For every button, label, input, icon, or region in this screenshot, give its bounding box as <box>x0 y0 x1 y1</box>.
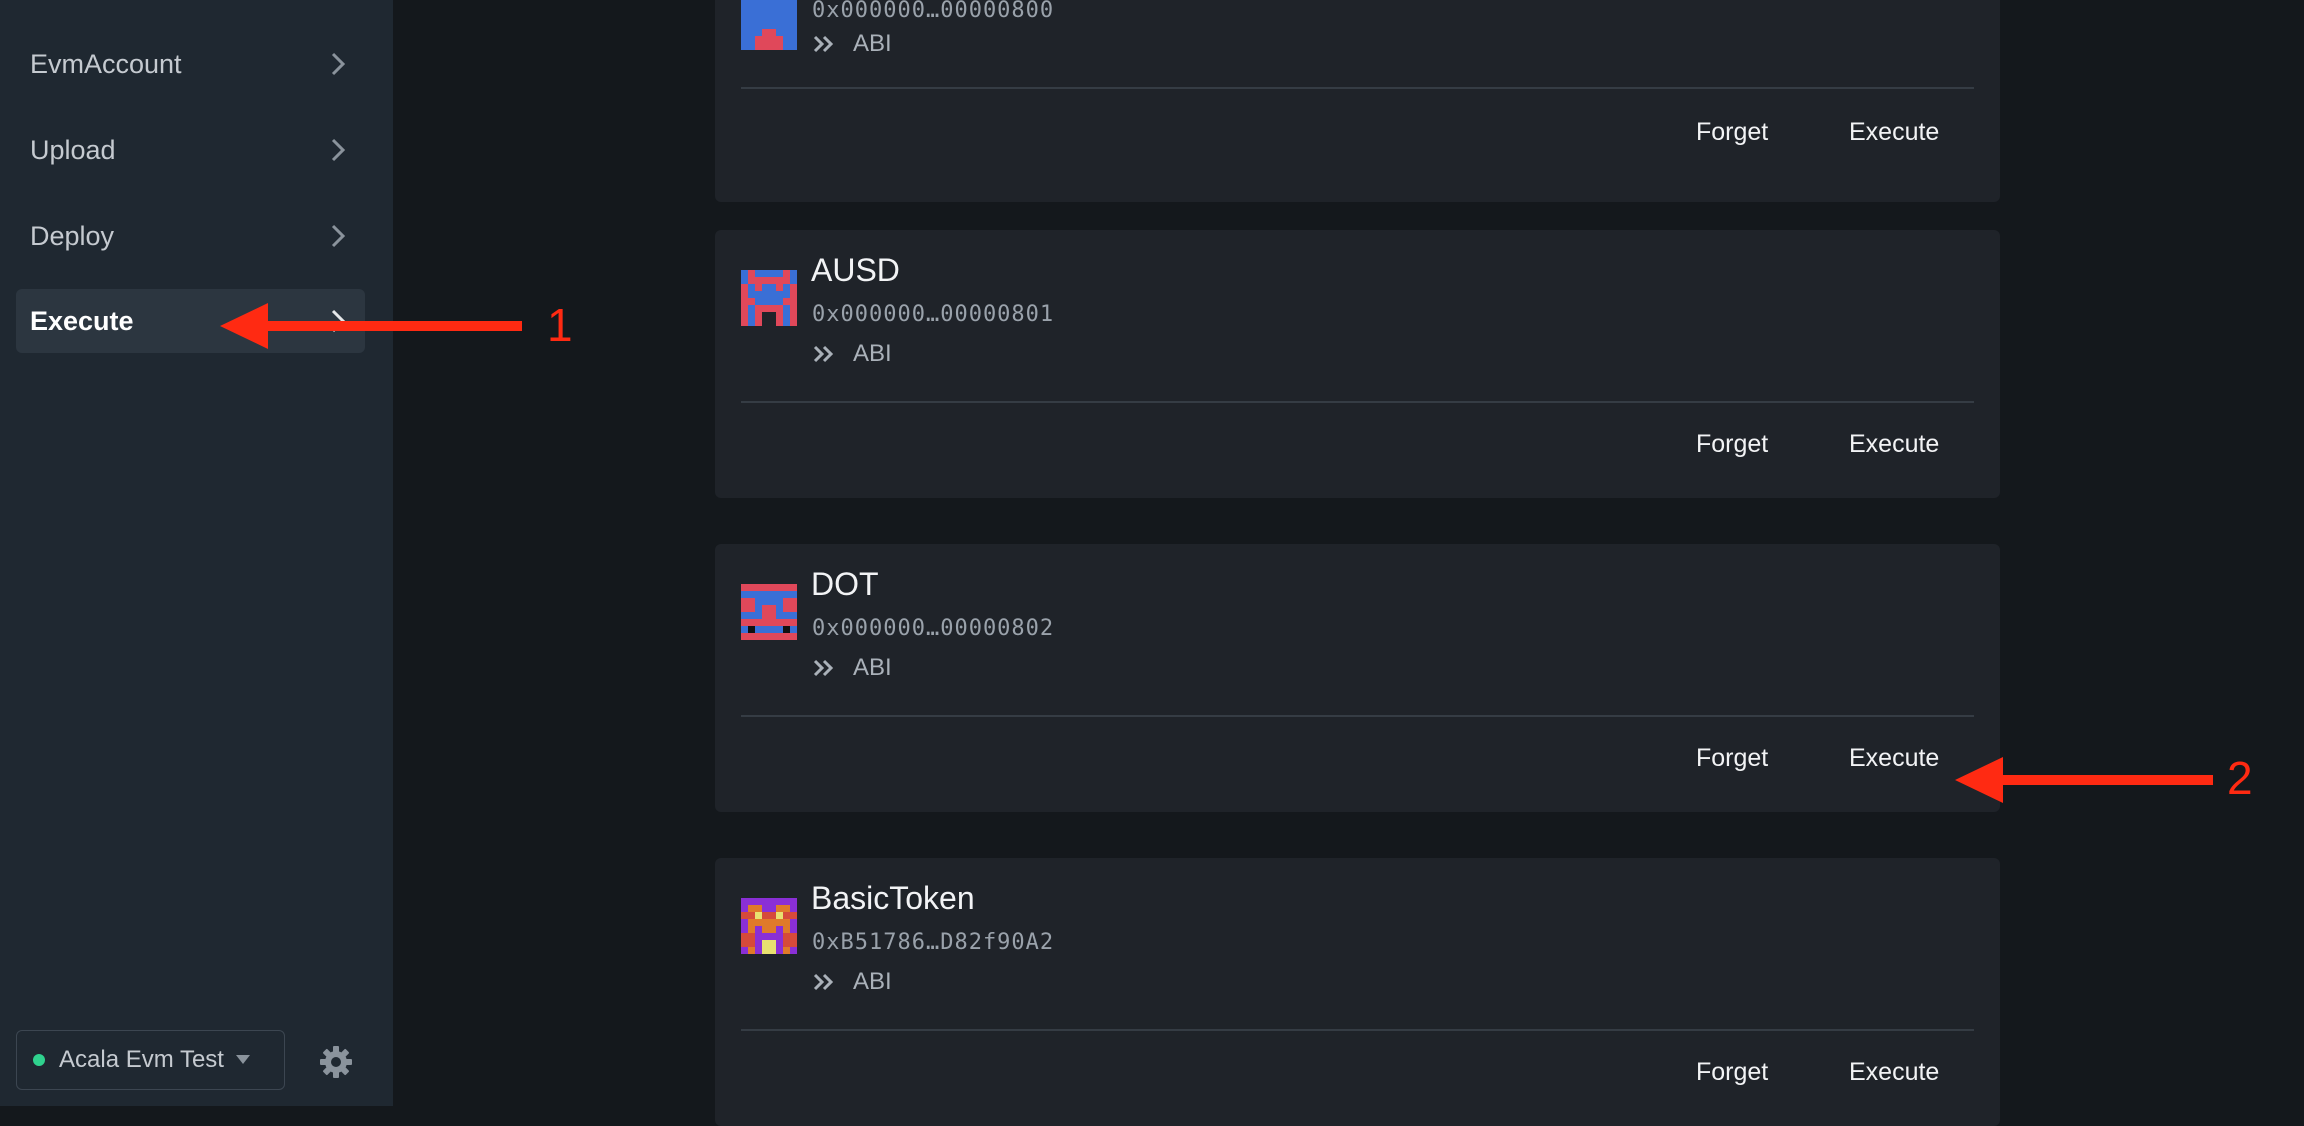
contract-name: BasicToken <box>811 880 975 916</box>
contract-card: BasicToken 0xB51786…D82f90A2 ABI Forget … <box>715 858 2000 1126</box>
annotation-number-1: 1 <box>547 299 573 351</box>
network-name: Acala Evm Test <box>59 1046 224 1073</box>
contract-identicon <box>741 584 797 640</box>
card-divider <box>741 401 1974 403</box>
sidebar-item-evmaccount[interactable]: EvmAccount <box>16 32 365 96</box>
sidebar-item-deploy[interactable]: Deploy <box>16 204 365 268</box>
contract-card: DOT 0x000000…00000802 ABI Forget Execute <box>715 544 2000 812</box>
annotation-number-2: 2 <box>2227 752 2253 804</box>
contract-identicon <box>741 0 797 50</box>
double-chevron-right-icon <box>813 973 834 991</box>
sidebar-item-label: Deploy <box>30 220 115 251</box>
sidebar-item-upload[interactable]: Upload <box>16 118 365 182</box>
contract-address: 0x000000…00000802 <box>812 616 1055 641</box>
chevron-right-icon <box>325 223 351 249</box>
chevron-right-icon <box>325 137 351 163</box>
execute-button[interactable]: Execute <box>1849 118 1939 147</box>
abi-label: ABI <box>853 968 892 995</box>
sidebar-item-label: Upload <box>30 134 116 165</box>
abi-toggle[interactable]: ABI <box>813 654 892 682</box>
forget-button[interactable]: Forget <box>1696 744 1768 773</box>
abi-toggle[interactable]: ABI <box>813 340 892 368</box>
contract-name: AUSD <box>811 252 900 288</box>
double-chevron-right-icon <box>813 35 834 53</box>
contract-address: 0x000000…00000800 <box>812 0 1055 23</box>
contract-address: 0x000000…00000801 <box>812 302 1055 327</box>
execute-button[interactable]: Execute <box>1849 744 1939 773</box>
card-divider <box>741 87 1974 89</box>
contract-identicon <box>741 898 797 954</box>
forget-button[interactable]: Forget <box>1696 118 1768 147</box>
execute-button[interactable]: Execute <box>1849 1058 1939 1087</box>
double-chevron-right-icon <box>813 345 834 363</box>
abi-label: ABI <box>853 30 892 57</box>
settings-button[interactable] <box>318 1044 354 1080</box>
contract-identicon <box>741 270 797 326</box>
network-selector[interactable]: Acala Evm Test <box>16 1030 285 1090</box>
contract-address: 0xB51786…D82f90A2 <box>812 930 1055 955</box>
double-chevron-right-icon <box>813 659 834 677</box>
abi-label: ABI <box>853 654 892 681</box>
caret-down-icon <box>236 1055 250 1064</box>
execute-button[interactable]: Execute <box>1849 430 1939 459</box>
abi-label: ABI <box>853 340 892 367</box>
sidebar-item-label: EvmAccount <box>30 48 182 79</box>
contract-card: 0x000000…00000800 ABI Forget Execute <box>715 0 2000 202</box>
abi-toggle[interactable]: ABI <box>813 30 892 58</box>
network-status-dot <box>33 1054 45 1066</box>
gear-icon <box>320 1046 352 1078</box>
forget-button[interactable]: Forget <box>1696 430 1768 459</box>
sidebar: EvmAccount Upload Deploy Execute Acala E… <box>0 0 393 1106</box>
contract-card: AUSD 0x000000…00000801 ABI Forget Execut… <box>715 230 2000 498</box>
card-divider <box>741 1029 1974 1031</box>
contract-name: DOT <box>811 566 879 602</box>
annotation-arrow-1 <box>220 303 522 349</box>
card-divider <box>741 715 1974 717</box>
annotation-arrow-2 <box>1955 757 2213 803</box>
chevron-right-icon <box>325 51 351 77</box>
abi-toggle[interactable]: ABI <box>813 968 892 996</box>
forget-button[interactable]: Forget <box>1696 1058 1768 1087</box>
